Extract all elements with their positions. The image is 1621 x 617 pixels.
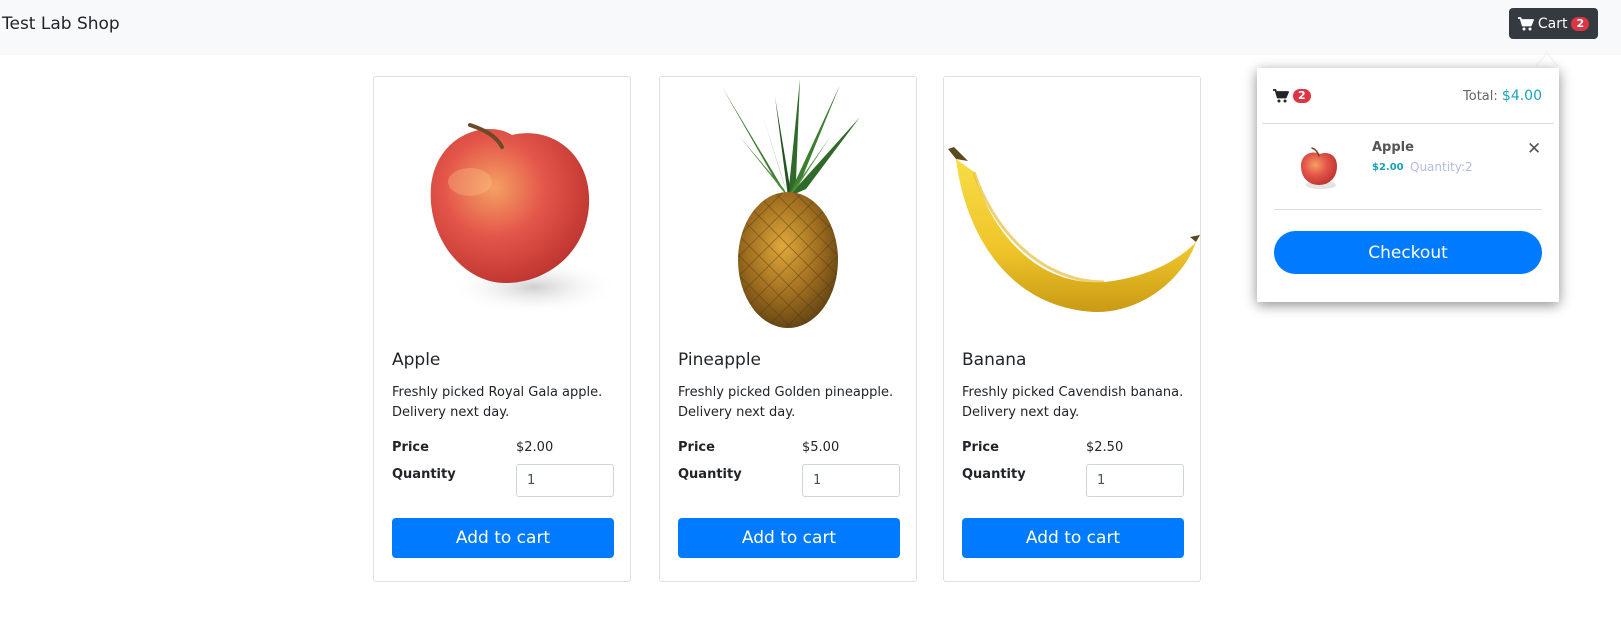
cart-label: Cart (1537, 15, 1568, 32)
cart-count-badge: 2 (1571, 16, 1590, 31)
cart-total-label: Total: (1463, 89, 1498, 104)
product-description: Freshly picked Golden pineapple. Deliver… (678, 385, 894, 420)
add-to-cart-button[interactable]: Add to cart (962, 518, 1184, 558)
product-title: Banana (962, 350, 1027, 370)
price-label: Price (392, 440, 429, 455)
quantity-input[interactable] (516, 464, 614, 497)
apple-image (374, 77, 630, 333)
cart-popover: 2 Total: $4.00 Apple $2.00 Quantity:2 ✕ … (1257, 68, 1559, 302)
cart-icon (1273, 88, 1289, 107)
cart-count-badge: 2 (1293, 89, 1311, 103)
divider (1274, 209, 1542, 210)
remove-item-icon[interactable]: ✕ (1527, 140, 1541, 158)
apple-thumbnail (1297, 142, 1341, 190)
quantity-label: Quantity (678, 467, 742, 482)
cart-total-value: $4.00 (1501, 88, 1542, 104)
add-to-cart-button[interactable]: Add to cart (392, 518, 614, 558)
product-card-apple: Apple Freshly picked Royal Gala apple. D… (373, 76, 631, 582)
cart-total: Total: $4.00 (1463, 88, 1542, 104)
price-value: $2.00 (516, 440, 554, 455)
add-to-cart-button[interactable]: Add to cart (678, 518, 900, 558)
cart-item-name: Apple (1372, 140, 1414, 155)
navbar: Test Lab Shop Cart 2 (0, 0, 1621, 55)
cart-item-price: $2.00 (1372, 162, 1404, 173)
quantity-input[interactable] (1086, 464, 1184, 497)
quantity-label: Quantity (962, 467, 1026, 482)
price-label: Price (678, 440, 715, 455)
pineapple-image (660, 77, 916, 333)
product-description: Freshly picked Royal Gala apple. Deliver… (392, 385, 603, 420)
cart-item-quantity: Quantity:2 (1410, 160, 1473, 174)
checkout-button[interactable]: Checkout (1274, 231, 1542, 274)
product-description: Freshly picked Cavendish banana. Deliver… (962, 385, 1184, 420)
cart-icon (1517, 16, 1534, 31)
brand-title[interactable]: Test Lab Shop (2, 12, 120, 36)
price-value: $2.50 (1086, 440, 1124, 455)
popover-arrow (1536, 54, 1558, 68)
quantity-label: Quantity (392, 467, 456, 482)
price-value: $5.00 (802, 440, 840, 455)
quantity-input[interactable] (802, 464, 900, 497)
product-card-pineapple: Pineapple Freshly picked Golden pineappl… (659, 76, 917, 582)
product-title: Apple (392, 350, 441, 370)
price-label: Price (962, 440, 999, 455)
divider (1262, 123, 1554, 124)
product-card-banana: Banana Freshly picked Cavendish banana. … (943, 76, 1201, 582)
product-title: Pineapple (678, 350, 762, 370)
banana-image (944, 77, 1200, 333)
cart-button[interactable]: Cart 2 (1509, 8, 1598, 39)
